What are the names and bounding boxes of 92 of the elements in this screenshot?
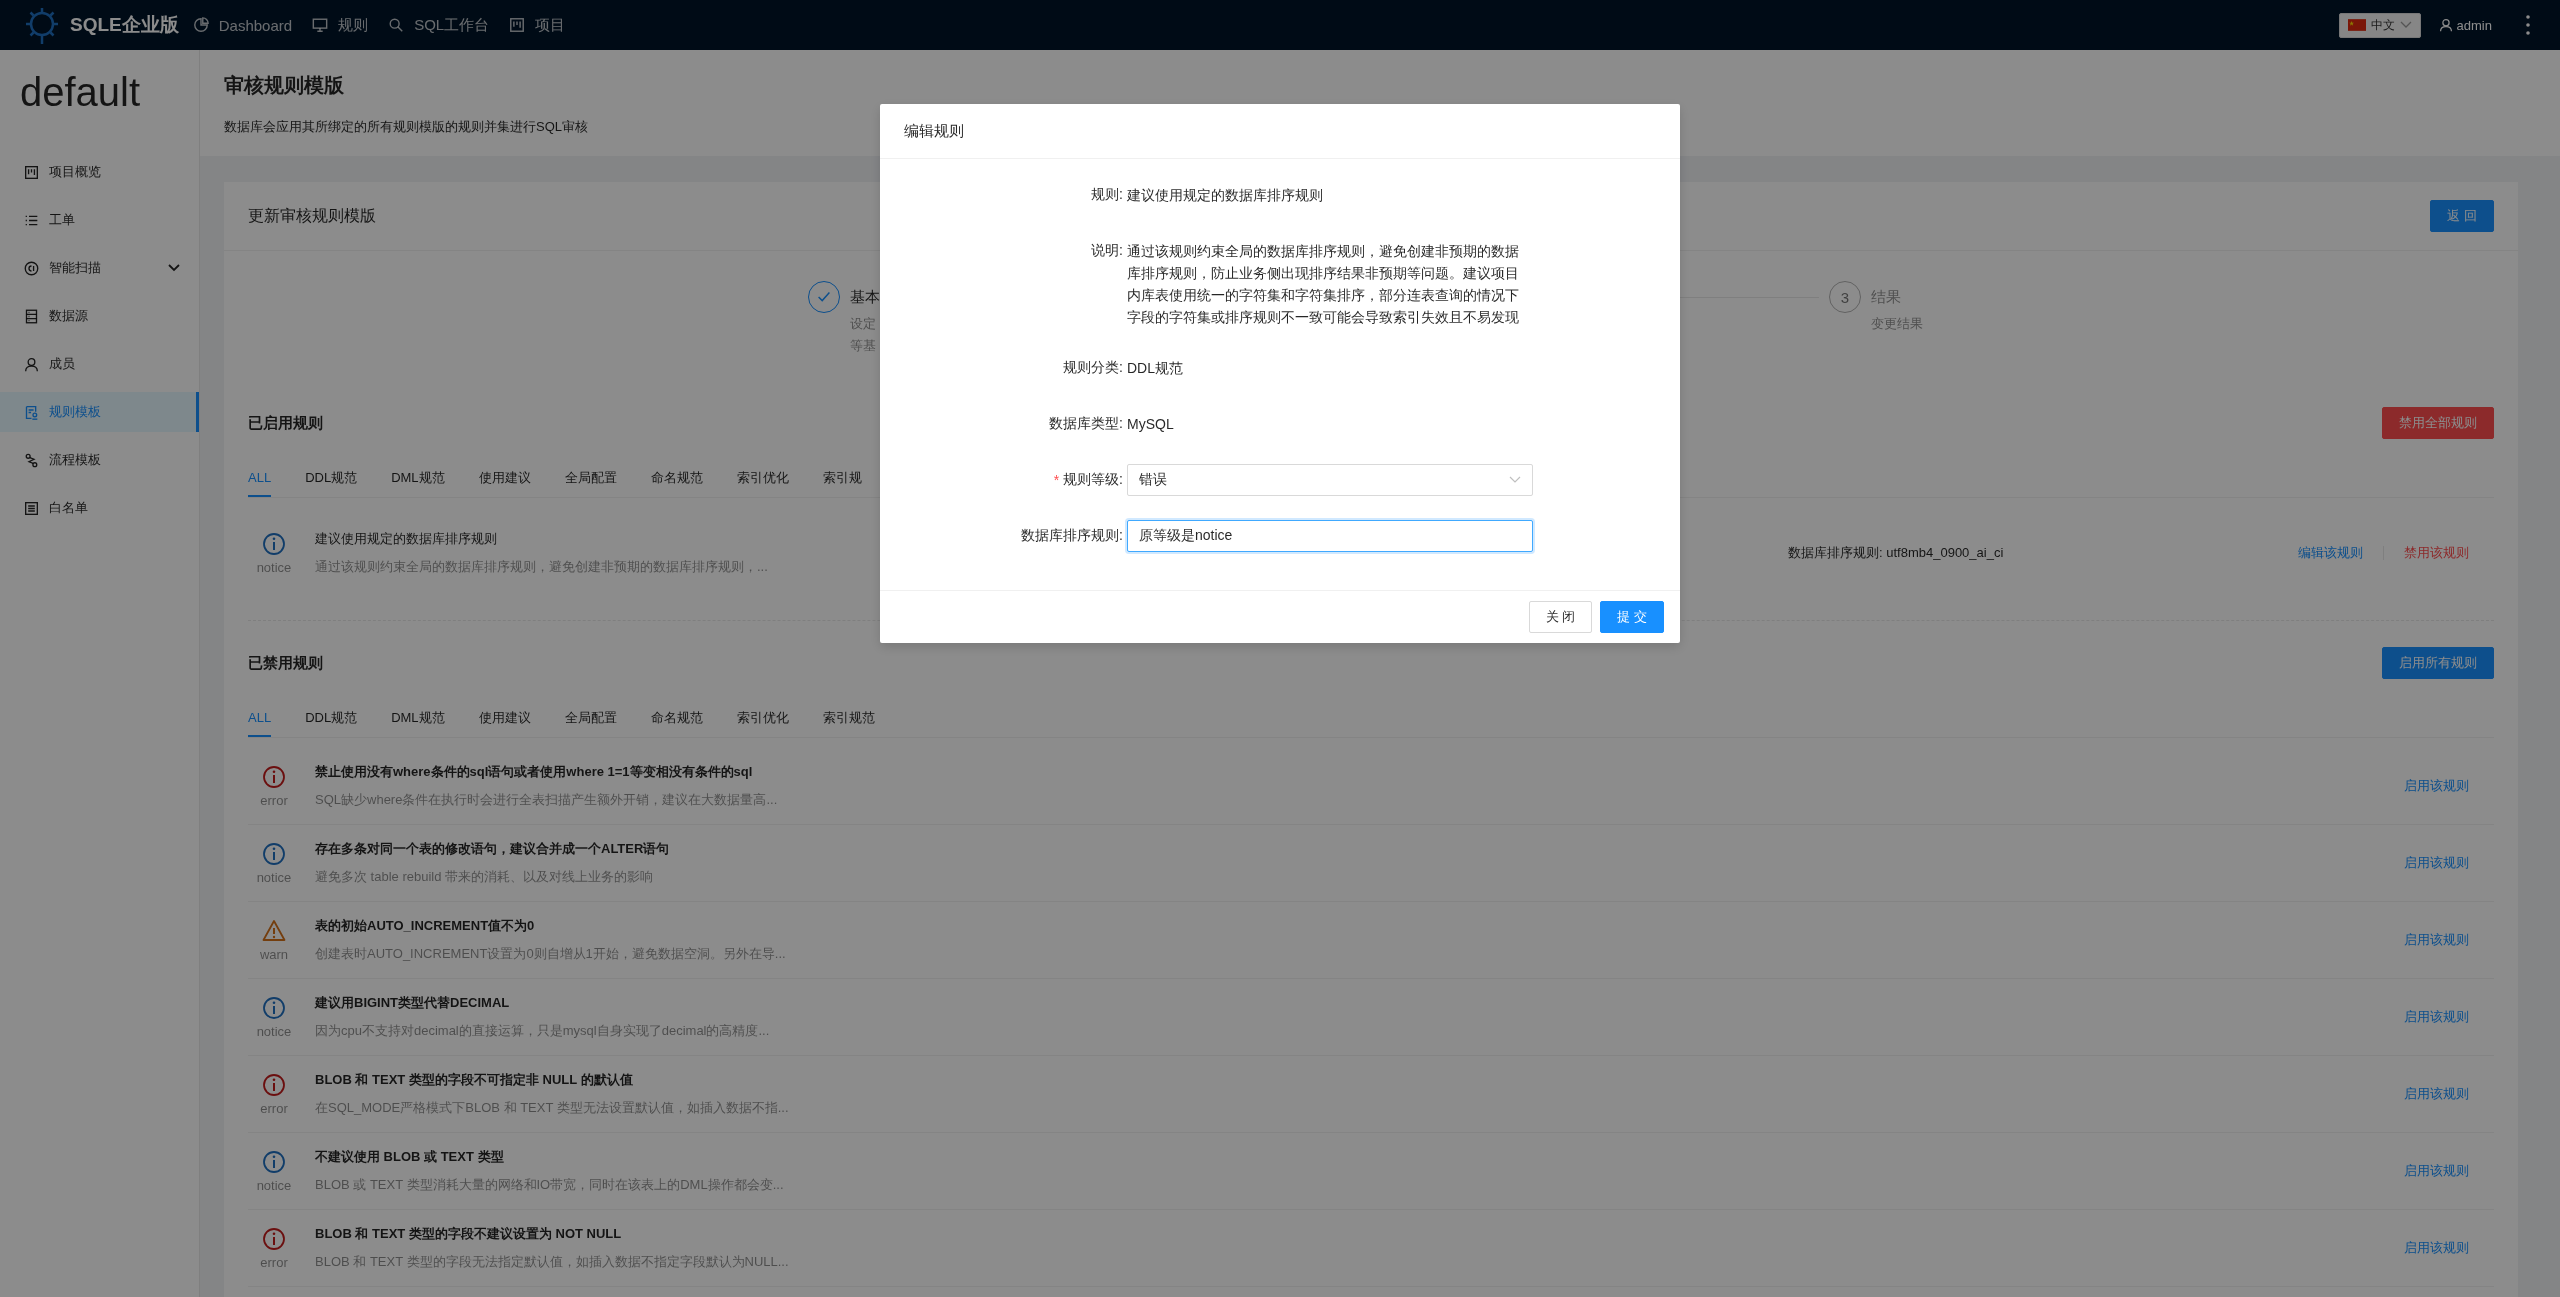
flag-icon — [2347, 19, 2366, 31]
rule-title: 存在多条对同一个表的修改语句，建议合并成一个ALTER语句 — [315, 840, 670, 858]
step-title: 基本 — [850, 287, 880, 307]
close-button[interactable]: 关 闭 — [1528, 601, 1593, 633]
language-select[interactable]: 中文 — [2338, 12, 2421, 38]
rule-description: 创建表时AUTO_INCREMENT设置为0则自增从1开始，避免数据空洞。另外在导... — [315, 945, 786, 963]
submit-button[interactable]: 提 交 — [1600, 601, 1664, 633]
level-label: notice — [256, 869, 292, 885]
rule-title: 建议使用规定的数据库排序规则 — [315, 530, 497, 548]
brand-name: SQLE企业版 — [70, 13, 179, 37]
tab[interactable]: DDL规范 — [305, 459, 358, 497]
sheet-icon — [24, 500, 39, 516]
project-name: default — [19, 69, 142, 116]
nav-link[interactable]: Dashboard — [192, 16, 293, 34]
rule-title: 建议用BIGINT类型代替DECIMAL — [315, 994, 510, 1012]
board-icon — [24, 164, 39, 180]
tab[interactable]: 索引优化 — [736, 699, 789, 737]
form-label: 规则等级: — [1063, 471, 1123, 489]
level-label: notice — [256, 559, 292, 575]
sidebar-item[interactable]: 成员 — [0, 344, 199, 384]
user-menu[interactable]: admin — [2438, 17, 2492, 33]
sidebar-item[interactable]: 智能扫描 — [0, 248, 199, 288]
document-icon — [24, 404, 39, 420]
nav-link[interactable]: SQL工作台 — [388, 15, 490, 35]
step-description: 设定 — [850, 315, 877, 333]
nav-link[interactable]: 项目 — [509, 15, 566, 35]
tab[interactable]: 索引规 — [822, 459, 862, 497]
step-description: 等基 — [850, 337, 877, 355]
step-title: 结果 — [1871, 287, 1902, 307]
board-icon — [509, 17, 526, 33]
user-icon — [24, 356, 39, 372]
field-value: 通过该规则约束全局的数据库排序规则，避免创建非预期的数据库排序规则，防止业务侧出现排序结果非预期等问题。建议项目内库表使用统一的字符集和字符集排序，部分连表查询的情况下字段的字符集或排序规则不一致可能会导致索引失效且不易发现 — [1127, 242, 1520, 327]
sidebar-item[interactable]: 工单 — [0, 200, 199, 240]
form-label: 数据库类型: — [1049, 415, 1123, 433]
rule-config: 数据库排序规则: utf8mb4_0900_ai_ci — [1788, 544, 2005, 562]
level-label: error — [260, 1100, 288, 1116]
tab[interactable]: 全局配置 — [564, 699, 617, 737]
tab[interactable]: DML规范 — [391, 459, 445, 497]
rule-description: 因为cpu不支持对decimal的直接运算，只是mysql自身实现了decimal的高精度... — [315, 1022, 770, 1040]
sidebar-item[interactable]: 数据源 — [0, 296, 199, 336]
tab[interactable]: 全局配置 — [564, 459, 617, 497]
rule-title: 表的初始AUTO_INCREMENT值不为0 — [315, 917, 535, 935]
input-field[interactable]: 原等级是notice — [1127, 520, 1533, 552]
level-label: error — [260, 792, 288, 808]
level-label: error — [260, 1254, 288, 1270]
level-label: warn — [259, 946, 289, 962]
rule-title: BLOB 和 TEXT 类型的字段不可指定非 NULL 的默认值 — [315, 1071, 633, 1089]
page-description: 数据库会应用其所绑定的所有规则模版的规则并集进行SQL审核 — [224, 118, 588, 136]
level-label: notice — [256, 1177, 292, 1193]
scan-icon — [24, 260, 39, 276]
flow-icon — [24, 452, 39, 468]
rule-title: 不建议使用 BLOB 或 TEXT 类型 — [315, 1148, 504, 1166]
user-icon — [2438, 18, 2453, 32]
tab[interactable]: 使用建议 — [478, 459, 531, 497]
monitor-icon — [312, 17, 329, 33]
tab[interactable]: 命名规范 — [650, 699, 703, 737]
section-title: 已启用规则 — [248, 413, 323, 433]
card-title: 更新审核规则模版 — [248, 205, 376, 226]
rule-title: BLOB 和 TEXT 类型的字段不建议设置为 NOT NULL — [315, 1225, 622, 1243]
tab[interactable]: 索引规范 — [822, 699, 875, 737]
tab[interactable]: 使用建议 — [478, 699, 531, 737]
field-value: DDL规范 — [1127, 359, 1184, 378]
rule-description: 避免多次 table rebuild 带来的消耗、以及对线上业务的影响 — [315, 868, 654, 886]
sidebar-item[interactable]: 白名单 — [0, 488, 199, 528]
dialog-title: 编辑规则 — [904, 121, 964, 141]
tab[interactable]: 索引优化 — [736, 459, 789, 497]
caret-icon — [1509, 476, 1521, 484]
sidebar-item[interactable]: 项目概览 — [0, 152, 199, 192]
rule-description: 通过该规则约束全局的数据库排序规则，避免创建非预期的数据库排序规则，... — [315, 558, 768, 576]
more-icon[interactable] — [2526, 15, 2530, 35]
sidebar-item[interactable]: 流程模板 — [0, 440, 199, 480]
section-title: 已禁用规则 — [248, 653, 323, 673]
field-value: MySQL — [1127, 415, 1175, 434]
tab[interactable]: 命名规范 — [650, 459, 703, 497]
pie-chart-icon — [192, 17, 209, 33]
required-mark: * — [1053, 472, 1060, 488]
form-label: 规则分类: — [1063, 359, 1123, 377]
step-description: 变更结果 — [1871, 315, 1923, 333]
field-value: 建议使用规定的数据库排序规则 — [1127, 186, 1324, 205]
level-select[interactable]: 错误 — [1127, 464, 1533, 496]
search-icon — [388, 17, 405, 33]
tab[interactable]: DML规范 — [391, 699, 445, 737]
database-icon — [24, 308, 39, 324]
form-label: 数据库排序规则: — [1021, 527, 1123, 545]
nav-link[interactable]: 规则 — [312, 15, 369, 35]
tab[interactable]: DDL规范 — [305, 699, 358, 737]
caret-icon — [2399, 21, 2412, 29]
rule-title: 禁止使用没有where条件的sql语句或者使用where 1=1等变相没有条件的sql — [315, 763, 753, 781]
form-label: 规则: — [1091, 186, 1123, 204]
level-label: notice — [256, 1023, 292, 1039]
page-title: 审核规则模版 — [224, 73, 345, 98]
form-label: 说明: — [1091, 242, 1123, 260]
